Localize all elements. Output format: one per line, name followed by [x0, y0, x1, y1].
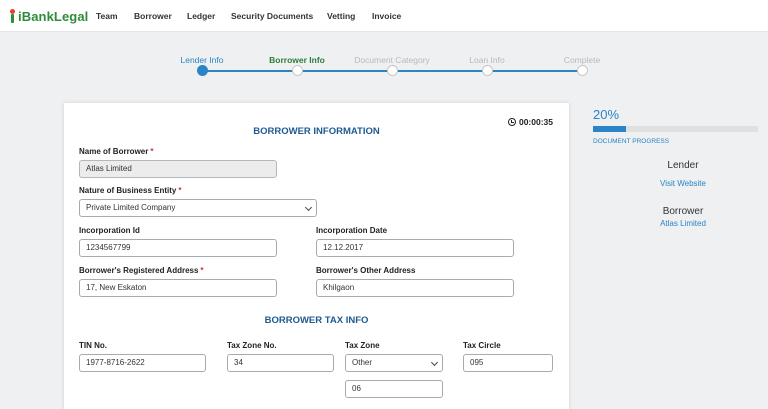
incorporation-date-field[interactable]: 12.12.2017: [316, 239, 514, 257]
step-label-borrower-info[interactable]: Borrower Info: [269, 55, 325, 65]
tax-circle-field[interactable]: 095: [463, 354, 553, 372]
tax-zone-label: Tax Zone: [345, 341, 380, 350]
nav-item-borrower[interactable]: Borrower: [134, 11, 172, 21]
required-mark: *: [150, 147, 154, 156]
incorporation-date-label: Incorporation Date: [316, 226, 388, 235]
other-address-label: Borrower's Other Address: [316, 266, 416, 275]
lender-heading: Lender: [667, 160, 699, 171]
document-progress-bar: [593, 126, 758, 132]
nature-of-business-value: Private Limited Company: [86, 203, 176, 212]
other-address-field[interactable]: Khilgaon: [316, 279, 514, 297]
nav-item-team[interactable]: Team: [96, 11, 118, 21]
progress-percent: 20%: [593, 107, 620, 122]
step-dot-lender-info[interactable]: [197, 65, 208, 76]
tin-field[interactable]: 1977-8716-2622: [79, 354, 206, 372]
step-dot-borrower-info[interactable]: [292, 65, 303, 76]
registered-address-label: Borrower's Registered Address *: [79, 266, 204, 275]
tax-zone-value: Other: [352, 358, 373, 367]
borrower-heading: Borrower: [662, 206, 704, 217]
step-dot-document-category[interactable]: [387, 65, 398, 76]
chevron-down-icon: [430, 358, 439, 367]
logo-icon: [8, 9, 17, 23]
app-logo[interactable]: iBankLegal: [8, 8, 88, 24]
required-mark: *: [178, 186, 182, 195]
step-dot-loan-info[interactable]: [482, 65, 493, 76]
visit-website-link[interactable]: Visit Website: [593, 179, 768, 188]
nature-of-business-select[interactable]: Private Limited Company: [79, 199, 317, 217]
required-mark: *: [200, 266, 204, 275]
borrower-name-link[interactable]: Atlas Limited: [593, 219, 768, 228]
step-label-lender-info[interactable]: Lender Info: [180, 55, 223, 65]
incorporation-id-label: Incorporation Id: [79, 226, 140, 235]
tax-zone-no-field[interactable]: 34: [227, 354, 334, 372]
section-title-borrower-tax-info: BORROWER TAX INFO: [264, 315, 369, 326]
nav-item-vetting[interactable]: Vetting: [327, 11, 355, 21]
borrower-form-card: 00:00:35 BORROWER INFORMATION Name of Bo…: [64, 103, 569, 409]
chevron-down-icon: [304, 203, 313, 212]
tin-label: TIN No.: [79, 341, 107, 350]
nav-item-security-documents[interactable]: Security Documents: [231, 11, 313, 21]
name-of-borrower-label: Name of Borrower *: [79, 147, 154, 156]
nav-item-invoice[interactable]: Invoice: [372, 11, 401, 21]
step-dot-complete[interactable]: [577, 65, 588, 76]
tax-zone-select[interactable]: Other: [345, 354, 443, 372]
tax-zone-no-label: Tax Zone No.: [227, 341, 277, 350]
tax-circle-label: Tax Circle: [463, 341, 501, 350]
document-progress-label: DOCUMENT PROGRESS: [593, 138, 670, 145]
step-label-loan-info[interactable]: Loan Info: [469, 55, 504, 65]
nature-of-business-label: Nature of Business Entity *: [79, 186, 182, 195]
nav-item-ledger[interactable]: Ledger: [187, 11, 215, 21]
step-label-complete[interactable]: Complete: [564, 55, 600, 65]
registered-address-field[interactable]: 17, New Eskaton: [79, 279, 277, 297]
logo-text: iBankLegal: [18, 8, 89, 24]
tax-zone-other-field[interactable]: 06: [345, 380, 443, 398]
incorporation-id-field[interactable]: 1234567799: [79, 239, 277, 257]
top-nav: iBankLegal Team Borrower Ledger Security…: [0, 0, 768, 32]
clock-icon: [507, 118, 516, 126]
step-label-document-category[interactable]: Document Category: [354, 55, 430, 65]
section-title-borrower-information: BORROWER INFORMATION: [253, 126, 380, 137]
name-of-borrower-field[interactable]: Atlas Limited: [79, 160, 277, 178]
document-progress-fill: [593, 126, 626, 132]
